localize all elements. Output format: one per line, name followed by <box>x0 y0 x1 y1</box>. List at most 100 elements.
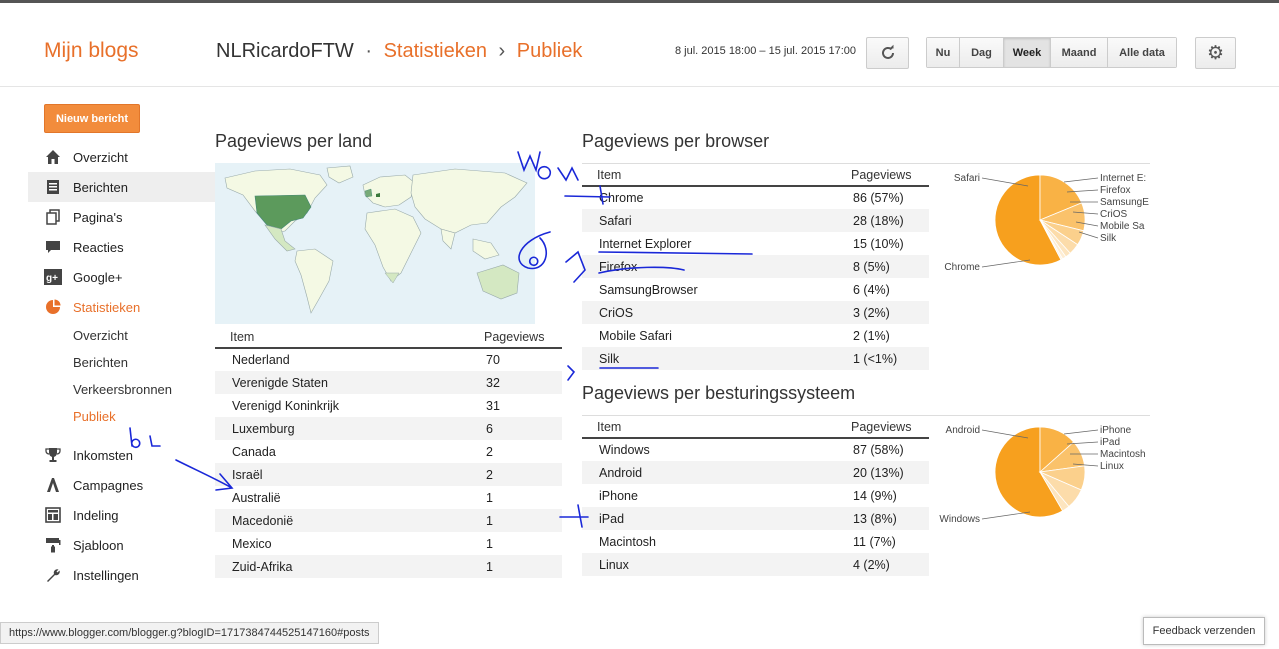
row-item: Nederland <box>232 353 290 367</box>
stats-icon <box>44 298 62 316</box>
row-item: Silk <box>582 347 836 370</box>
table-row: Silk 1 (<1%) <box>582 347 929 370</box>
map-africa <box>364 208 422 282</box>
ink-w2-scribble <box>557 166 579 182</box>
row-item: Luxemburg <box>215 417 469 440</box>
sidebar-item-label: Sjabloon <box>73 537 124 553</box>
sidebar-item-layout[interactable]: Indeling <box>28 500 215 530</box>
sidebar-item-label: Statistieken <box>73 299 141 315</box>
col-item-header[interactable]: Item <box>215 326 469 349</box>
range-day-button[interactable]: Dag <box>960 38 1004 67</box>
sidebar-item-label: Overzicht <box>73 149 128 165</box>
layout-icon <box>44 506 62 524</box>
row-pageviews: 1 <box>486 490 493 505</box>
sidebar-item-stats[interactable]: Statistieken <box>28 292 215 322</box>
os-pie-chart: Windows Android iPhoneiPadMacintoshLinux <box>939 425 1145 525</box>
row-item: Macedonië <box>215 509 469 532</box>
row-pageviews: 15 (10%) <box>853 236 904 251</box>
col-item-header[interactable]: Item <box>582 416 836 439</box>
sidebar-item-label: Pagina's <box>73 209 123 225</box>
comments-icon <box>44 238 62 256</box>
col-pageviews-header[interactable]: Pageviews <box>836 164 929 187</box>
svg-text:g+: g+ <box>46 273 58 284</box>
row-item: Chrome <box>599 191 644 205</box>
row-item: Mobile Safari <box>599 328 672 343</box>
row-pageviews: 1 (<1%) <box>836 347 929 370</box>
table-row: Linux 4 (2%) <box>582 553 929 576</box>
row-item: iPad <box>582 507 836 530</box>
map-indonesia <box>472 238 500 260</box>
new-post-button[interactable]: Nieuw bericht <box>44 104 140 133</box>
stats-sub-audience[interactable]: Publiek <box>28 403 215 430</box>
pie-leader-line <box>981 259 1031 268</box>
pie-label: Safari <box>954 173 980 184</box>
range-month-button[interactable]: Maand <box>1051 38 1108 67</box>
refresh-icon <box>881 44 894 59</box>
table-row: Nederland 70 <box>215 348 562 371</box>
my-blogs-link[interactable]: Mijn blogs <box>44 39 139 63</box>
col-pageviews-header[interactable]: Pageviews <box>836 416 929 439</box>
browser-table: Item Pageviews Chrome 86 (57%) Safari 28 (1… <box>582 164 929 370</box>
settings-button[interactable]: ⚙ <box>1195 37 1236 69</box>
wrench-icon <box>44 566 62 584</box>
table-row: Firefox 8 (5%) <box>582 255 929 278</box>
pie-label: Chrome <box>944 262 980 273</box>
table-row: Zuid-Afrika 1 <box>215 555 562 578</box>
pie-label: Linux <box>1100 461 1124 472</box>
row-pageviews: 87 (58%) <box>853 443 904 457</box>
sidebar-item-campaigns[interactable]: Campagnes <box>28 470 215 500</box>
range-week-button[interactable]: Week <box>1004 38 1051 67</box>
row-pageviews: 8 (5%) <box>836 255 929 278</box>
pie-leader-line <box>981 511 1031 520</box>
refresh-button[interactable] <box>866 37 909 69</box>
table-row: Verenigd Koninkrijk 31 <box>215 394 562 417</box>
row-pageviews: 28 (18%) <box>836 209 929 232</box>
gear-icon: ⚙ <box>1206 42 1225 64</box>
row-pageviews: 1 <box>469 555 562 578</box>
sidebar-item-settings[interactable]: Instellingen <box>28 560 215 590</box>
sidebar-item-comments[interactable]: Reacties <box>28 232 215 262</box>
sidebar-item-earnings[interactable]: Inkomsten <box>28 440 215 470</box>
sidebar-item-overview[interactable]: Overzicht <box>28 142 215 172</box>
stats-sub-posts[interactable]: Berichten <box>28 349 215 376</box>
table-row: Mobile Safari 2 (1%) <box>582 324 929 347</box>
row-item: Zuid-Afrika <box>215 555 469 578</box>
row-pageviews: 2 (1%) <box>853 328 890 343</box>
pages-icon <box>44 208 62 226</box>
row-pageviews: 86 (57%) <box>853 191 904 205</box>
row-item: CriOS <box>582 301 836 324</box>
home-icon <box>44 148 62 166</box>
pie-label: Silk <box>1100 233 1117 244</box>
table-row: iPad 13 (8%) <box>582 507 929 530</box>
sidebar-item-label: Berichten <box>73 179 128 195</box>
breadcrumb: NLRicardoFTW · Statistieken › Publiek <box>216 40 582 63</box>
table-row: Luxemburg 6 <box>215 417 562 440</box>
row-item: Linux <box>582 553 836 576</box>
col-item-header[interactable]: Item <box>582 164 836 187</box>
range-now-button[interactable]: Nu <box>927 38 960 67</box>
sidebar-item-label: Instellingen <box>73 567 139 583</box>
world-map[interactable] <box>215 163 535 324</box>
ink-o-scribble <box>537 165 552 180</box>
feedback-button[interactable]: Feedback verzenden <box>1143 617 1265 645</box>
sidebar-item-pages[interactable]: Pagina's <box>28 202 215 232</box>
sidebar-item-googleplus[interactable]: g+ Google+ <box>28 262 215 292</box>
blog-name[interactable]: NLRicardoFTW <box>216 40 354 62</box>
range-selector: Nu Dag Week Maand Alle data <box>926 37 1177 68</box>
row-item: Firefox <box>582 255 836 278</box>
sidebar-item-template[interactable]: Sjabloon <box>28 530 215 560</box>
pie-label: Windows <box>939 514 980 525</box>
stats-sub-overview[interactable]: Overzicht <box>28 322 215 349</box>
pie-label: iPhone <box>1100 425 1132 436</box>
row-item: Australië <box>232 490 281 505</box>
col-pageviews-header[interactable]: Pageviews <box>469 326 562 349</box>
map-south-africa <box>384 272 400 284</box>
table-row: Windows 87 (58%) <box>582 438 929 461</box>
stats-sub-traffic[interactable]: Verkeersbronnen <box>28 376 215 403</box>
date-range: 8 jul. 2015 18:00 – 15 jul. 2015 17:00 <box>675 45 857 57</box>
breadcrumb-section[interactable]: Statistieken <box>384 40 487 62</box>
range-all-button[interactable]: Alle data <box>1108 38 1176 67</box>
sidebar-item-posts[interactable]: Berichten <box>28 172 215 202</box>
pie-label: Firefox <box>1100 185 1131 196</box>
row-pageviews: 11 (7%) <box>853 534 896 549</box>
